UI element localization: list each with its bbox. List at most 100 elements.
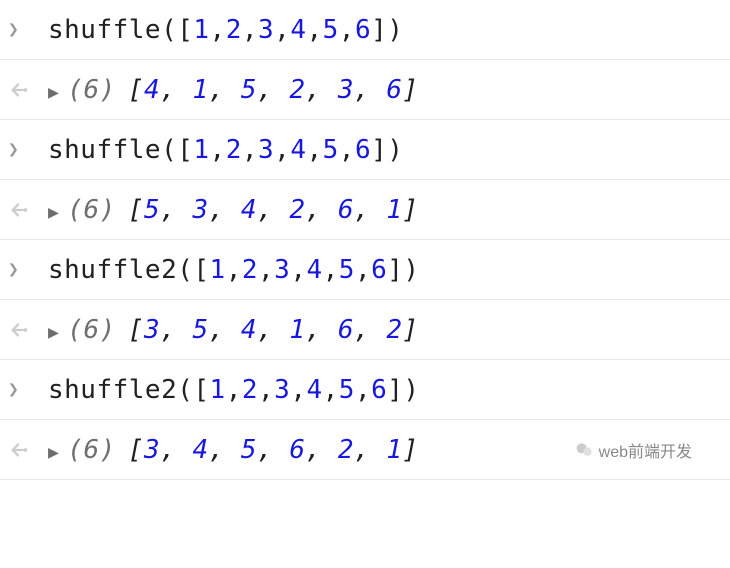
- close-bracket: ]: [402, 195, 418, 225]
- number-literal: 6: [355, 15, 371, 45]
- open-bracket: [: [177, 135, 193, 165]
- close-paren: ): [387, 135, 403, 165]
- number-literal: 2: [242, 255, 258, 285]
- comma: ,: [257, 195, 273, 225]
- console-input-row: ❯ shuffle([1,2,3,4,5,6]): [0, 120, 730, 180]
- return-arrow-icon: [8, 319, 30, 341]
- console-input-row: ❯shuffle2([1,2,3,4,5,6]): [0, 360, 730, 420]
- array-length: (6): [67, 315, 115, 345]
- array-value: 4: [192, 435, 208, 465]
- expand-triangle-icon[interactable]: ▶: [48, 442, 59, 463]
- comma: ,: [209, 435, 225, 465]
- function-name: shuffle: [48, 135, 161, 165]
- output-value[interactable]: ▶(6)[4, 1, 5, 2, 3, 6]: [48, 75, 722, 105]
- array-value: 1: [192, 75, 208, 105]
- close-bracket: ]: [371, 135, 387, 165]
- input-expression: shuffle([1,2,3,4,5,6]): [48, 15, 722, 45]
- number-literal: 1: [193, 135, 209, 165]
- comma: ,: [274, 135, 290, 165]
- input-expression: shuffle2([1,2,3,4,5,6]): [48, 255, 722, 285]
- comma: ,: [306, 135, 322, 165]
- array-value: 4: [241, 315, 257, 345]
- comma: ,: [306, 75, 322, 105]
- return-arrow-icon: [8, 439, 30, 461]
- close-bracket: ]: [387, 375, 403, 405]
- chevron-right-icon: ❯: [8, 139, 19, 160]
- console-input-row: ❯shuffle([1,2,3,4,5,6]): [0, 0, 730, 60]
- output-value[interactable]: ▶(6)[3, 5, 4, 1, 6, 2]: [48, 315, 722, 345]
- number-literal: 1: [210, 255, 226, 285]
- array-value: 5: [144, 195, 160, 225]
- comma: ,: [290, 375, 306, 405]
- array-value: 2: [386, 315, 402, 345]
- array-value: 2: [289, 195, 305, 225]
- comma: ,: [257, 315, 273, 345]
- output-return-icon: [8, 319, 48, 341]
- close-paren: ): [403, 255, 419, 285]
- output-return-icon: [8, 199, 48, 221]
- number-literal: 1: [193, 15, 209, 45]
- watermark: web前端开发: [575, 438, 692, 462]
- output-value[interactable]: ▶(6)[5, 3, 4, 2, 6, 1]: [48, 195, 722, 225]
- close-bracket: ]: [402, 315, 418, 345]
- output-return-icon: [8, 439, 48, 461]
- number-literal: 3: [258, 15, 274, 45]
- expand-triangle-icon[interactable]: ▶: [48, 82, 59, 103]
- close-bracket: ]: [402, 435, 418, 465]
- open-bracket: [: [193, 375, 209, 405]
- open-paren: (: [161, 135, 177, 165]
- array-value: 1: [386, 195, 402, 225]
- open-paren: (: [161, 15, 177, 45]
- array-value: 6: [386, 75, 402, 105]
- open-bracket: [: [193, 255, 209, 285]
- comma: ,: [258, 375, 274, 405]
- comma: ,: [306, 435, 322, 465]
- comma: ,: [355, 375, 371, 405]
- number-literal: 5: [323, 135, 339, 165]
- number-literal: 3: [274, 375, 290, 405]
- number-literal: 5: [323, 15, 339, 45]
- output-return-icon: [8, 79, 48, 101]
- comma: ,: [306, 195, 322, 225]
- comma: ,: [354, 435, 370, 465]
- console-input-row: ❯shuffle2([1,2,3,4,5,6]): [0, 240, 730, 300]
- comma: ,: [226, 375, 242, 405]
- comma: ,: [355, 255, 371, 285]
- input-chevron-icon: ❯: [8, 379, 48, 400]
- comma: ,: [339, 15, 355, 45]
- array-value: 6: [289, 435, 305, 465]
- number-literal: 6: [371, 255, 387, 285]
- number-literal: 2: [242, 375, 258, 405]
- input-expression: shuffle([1,2,3,4,5,6]): [48, 135, 722, 165]
- input-chevron-icon: ❯: [8, 19, 48, 40]
- console-output-row: ▶(6)[3, 5, 4, 1, 6, 2]: [0, 300, 730, 360]
- number-literal: 3: [274, 255, 290, 285]
- comma: ,: [209, 315, 225, 345]
- array-value: 6: [338, 195, 354, 225]
- console-output-row: ▶(6)[4, 1, 5, 2, 3, 6]: [0, 60, 730, 120]
- comma: ,: [210, 15, 226, 45]
- comma: ,: [339, 135, 355, 165]
- comma: ,: [306, 315, 322, 345]
- expand-triangle-icon[interactable]: ▶: [48, 322, 59, 343]
- array-value: 5: [241, 75, 257, 105]
- open-paren: (: [177, 375, 193, 405]
- array-value: 5: [192, 315, 208, 345]
- array-value: 1: [386, 435, 402, 465]
- console-output-row: ▶(6)[5, 3, 4, 2, 6, 1]: [0, 180, 730, 240]
- comma: ,: [290, 255, 306, 285]
- array-value: 3: [144, 435, 160, 465]
- number-literal: 4: [290, 135, 306, 165]
- array-length: (6): [67, 435, 115, 465]
- return-arrow-icon: [8, 79, 30, 101]
- comma: ,: [160, 195, 176, 225]
- number-literal: 5: [339, 375, 355, 405]
- comma: ,: [354, 75, 370, 105]
- expand-triangle-icon[interactable]: ▶: [48, 202, 59, 223]
- comma: ,: [258, 255, 274, 285]
- comma: ,: [242, 15, 258, 45]
- comma: ,: [306, 15, 322, 45]
- close-paren: ): [403, 375, 419, 405]
- wechat-icon: [575, 440, 595, 460]
- open-bracket: [: [177, 15, 193, 45]
